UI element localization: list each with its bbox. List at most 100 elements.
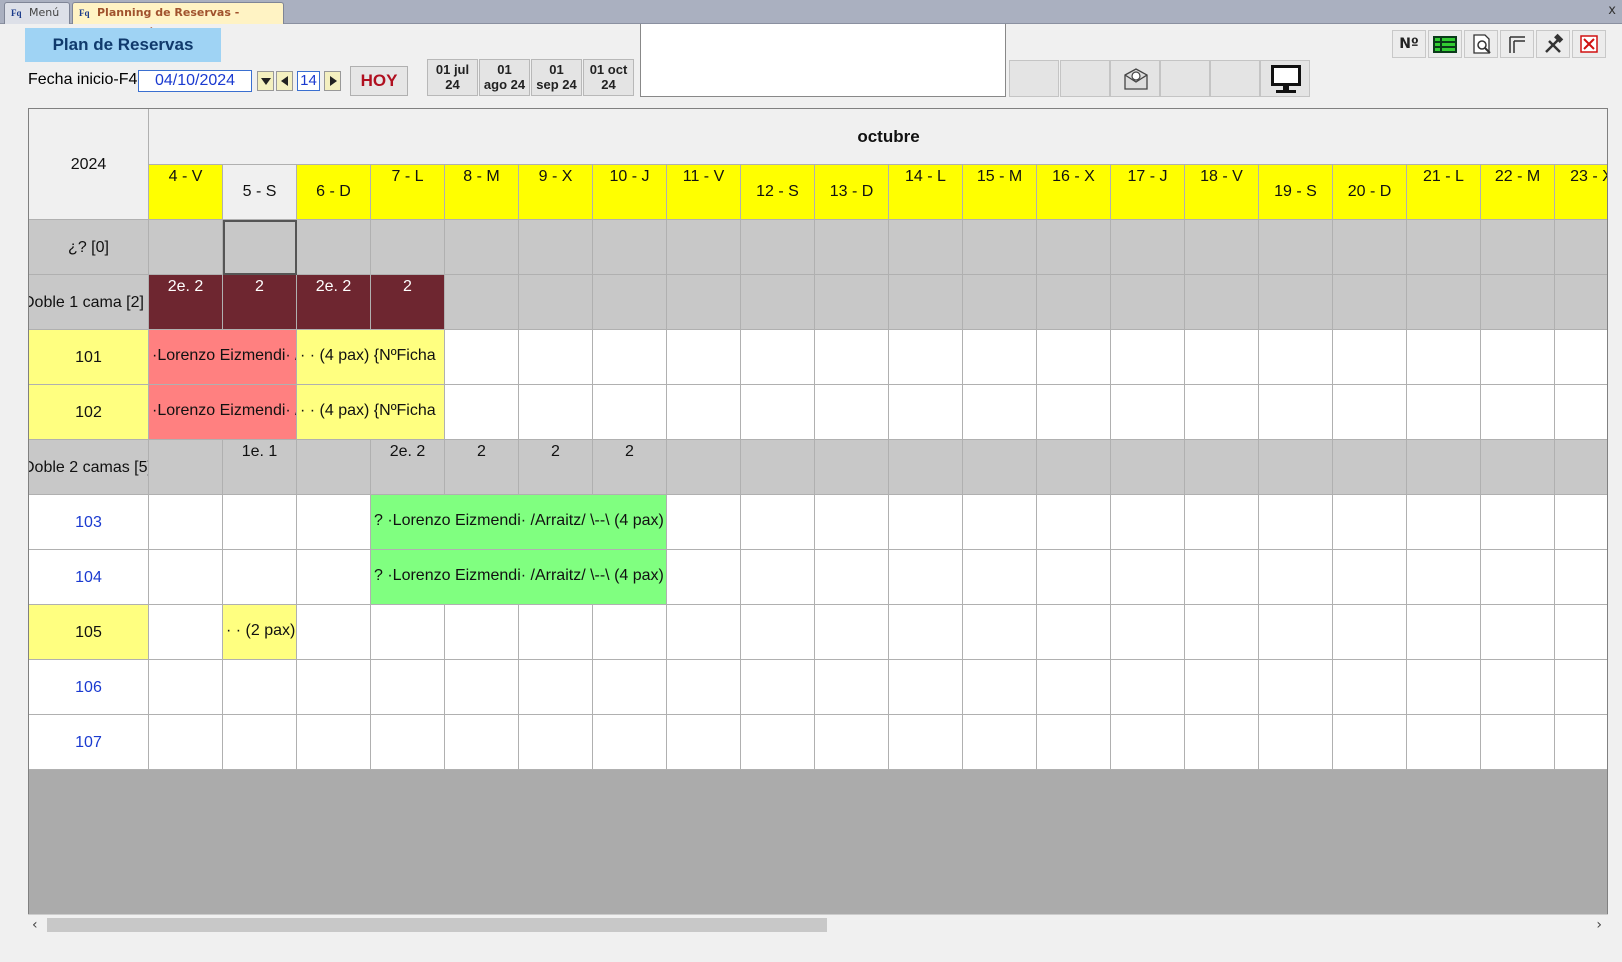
scroll-left-icon[interactable]: ‹ <box>32 916 38 934</box>
grid-cell[interactable] <box>1111 660 1185 715</box>
grid-cell[interactable] <box>1555 605 1607 660</box>
grid-cell[interactable] <box>1555 440 1607 495</box>
grid-cell[interactable] <box>1333 330 1407 385</box>
grid-cell[interactable] <box>963 715 1037 770</box>
grid-cell[interactable] <box>593 385 667 440</box>
grid-cell[interactable] <box>1111 550 1185 605</box>
date-dropdown-button[interactable] <box>257 71 274 91</box>
day-header[interactable]: 14 - L <box>889 165 963 220</box>
grid-cell[interactable] <box>149 495 223 550</box>
grid-cell[interactable] <box>371 605 445 660</box>
grid-cell[interactable] <box>1111 440 1185 495</box>
grid-cell[interactable] <box>1037 660 1111 715</box>
grid-cell[interactable] <box>149 550 223 605</box>
grid-cell[interactable] <box>1407 715 1481 770</box>
grid-cell[interactable] <box>815 220 889 275</box>
grid-cell[interactable] <box>1185 715 1259 770</box>
day-header[interactable]: 13 - D <box>815 165 889 220</box>
tab-menu[interactable]: Fq Menú <box>4 2 70 24</box>
booking-bar[interactable]: · · (4 pax) {NºFicha <box>297 385 444 439</box>
day-header[interactable]: 9 - X <box>519 165 593 220</box>
hoy-button[interactable]: HOY <box>350 66 408 96</box>
grid-cell[interactable] <box>963 275 1037 330</box>
booking-bar[interactable]: ? ·Lorenzo Eizmendi· /Arraitz/ \--\ (4 p… <box>371 495 666 549</box>
grid-cell[interactable] <box>1037 440 1111 495</box>
grid-cell[interactable] <box>1333 440 1407 495</box>
grid-cell[interactable] <box>963 385 1037 440</box>
grid-cell[interactable] <box>1259 715 1333 770</box>
grid-cell[interactable] <box>1407 330 1481 385</box>
grid-cell[interactable] <box>519 660 593 715</box>
grid-cell[interactable] <box>889 605 963 660</box>
tools-button[interactable] <box>1536 30 1570 58</box>
grid-cell[interactable] <box>1555 550 1607 605</box>
grid-cell[interactable] <box>889 385 963 440</box>
grid-cell[interactable] <box>1037 385 1111 440</box>
scrollbar-thumb[interactable] <box>47 918 827 932</box>
prev-day-button[interactable] <box>276 71 293 91</box>
grid-cell[interactable] <box>1333 660 1407 715</box>
next-day-button[interactable] <box>324 71 341 91</box>
grid-cell[interactable] <box>889 550 963 605</box>
grid-cell[interactable] <box>889 660 963 715</box>
grid-cell[interactable] <box>1481 330 1555 385</box>
grid-cell[interactable] <box>519 715 593 770</box>
grid-cell[interactable] <box>1185 660 1259 715</box>
grid-cell[interactable] <box>297 660 371 715</box>
grid-cell[interactable] <box>1407 275 1481 330</box>
grid-cell[interactable] <box>963 605 1037 660</box>
grid-cell[interactable] <box>667 495 741 550</box>
action-button-5[interactable] <box>1210 60 1260 97</box>
day-header[interactable]: 19 - S <box>1259 165 1333 220</box>
grid-cell[interactable] <box>667 660 741 715</box>
grid-cell[interactable] <box>1037 330 1111 385</box>
grid-cell[interactable] <box>223 495 297 550</box>
grid-cell[interactable] <box>1111 220 1185 275</box>
day-header[interactable]: 18 - V <box>1185 165 1259 220</box>
room-label[interactable]: 102 <box>29 385 149 440</box>
grid-cell[interactable] <box>1481 660 1555 715</box>
grid-cell[interactable] <box>667 605 741 660</box>
monitor-button[interactable] <box>1260 60 1310 97</box>
grid-cell[interactable] <box>223 715 297 770</box>
room-label[interactable]: 107 <box>29 715 149 770</box>
grid-cell[interactable] <box>1555 495 1607 550</box>
mail-button[interactable] <box>1110 60 1160 97</box>
grid-cell[interactable] <box>223 660 297 715</box>
grid-cell[interactable] <box>149 660 223 715</box>
booking-bar[interactable]: · · (4 pax) {NºFicha <box>297 330 444 384</box>
grid-cell[interactable] <box>1407 495 1481 550</box>
grid-cell[interactable] <box>815 275 889 330</box>
grid-cell[interactable] <box>815 385 889 440</box>
grid-cell[interactable] <box>445 715 519 770</box>
grid-cell[interactable] <box>1333 715 1407 770</box>
booking-bar[interactable]: ·Lorenzo Eizmendi· /Arraitz/ <box>149 330 296 384</box>
grid-cell[interactable] <box>593 605 667 660</box>
grid-cell[interactable] <box>1259 605 1333 660</box>
grid-cell[interactable] <box>1259 660 1333 715</box>
grid-cell[interactable] <box>593 220 667 275</box>
day-header[interactable]: 17 - J <box>1111 165 1185 220</box>
grid-cell[interactable] <box>815 495 889 550</box>
booking-bar[interactable]: · · (2 pax) <box>223 605 296 659</box>
fecha-inicio-input[interactable]: 04/10/2024 <box>138 70 252 92</box>
grid-cell[interactable] <box>1555 715 1607 770</box>
grid-cell[interactable] <box>1185 605 1259 660</box>
grid-cell[interactable] <box>371 220 445 275</box>
grid-cell[interactable] <box>1481 495 1555 550</box>
close-button[interactable] <box>1572 30 1606 58</box>
day-header[interactable]: 4 - V <box>149 165 223 220</box>
grid-cell[interactable] <box>1481 220 1555 275</box>
grid-cell[interactable] <box>1185 220 1259 275</box>
grid-cell[interactable] <box>1111 495 1185 550</box>
grid-cell[interactable] <box>149 605 223 660</box>
grid-cell[interactable] <box>1259 440 1333 495</box>
grid-cell[interactable] <box>741 330 815 385</box>
day-header[interactable]: 11 - V <box>667 165 741 220</box>
month-button-oct[interactable]: 01 oct 24 <box>583 59 634 96</box>
month-button-ago[interactable]: 01 ago 24 <box>479 59 530 96</box>
grid-cell[interactable] <box>593 330 667 385</box>
action-button-2[interactable] <box>1060 60 1110 97</box>
grid-cell[interactable] <box>667 385 741 440</box>
grid-cell[interactable] <box>1259 275 1333 330</box>
